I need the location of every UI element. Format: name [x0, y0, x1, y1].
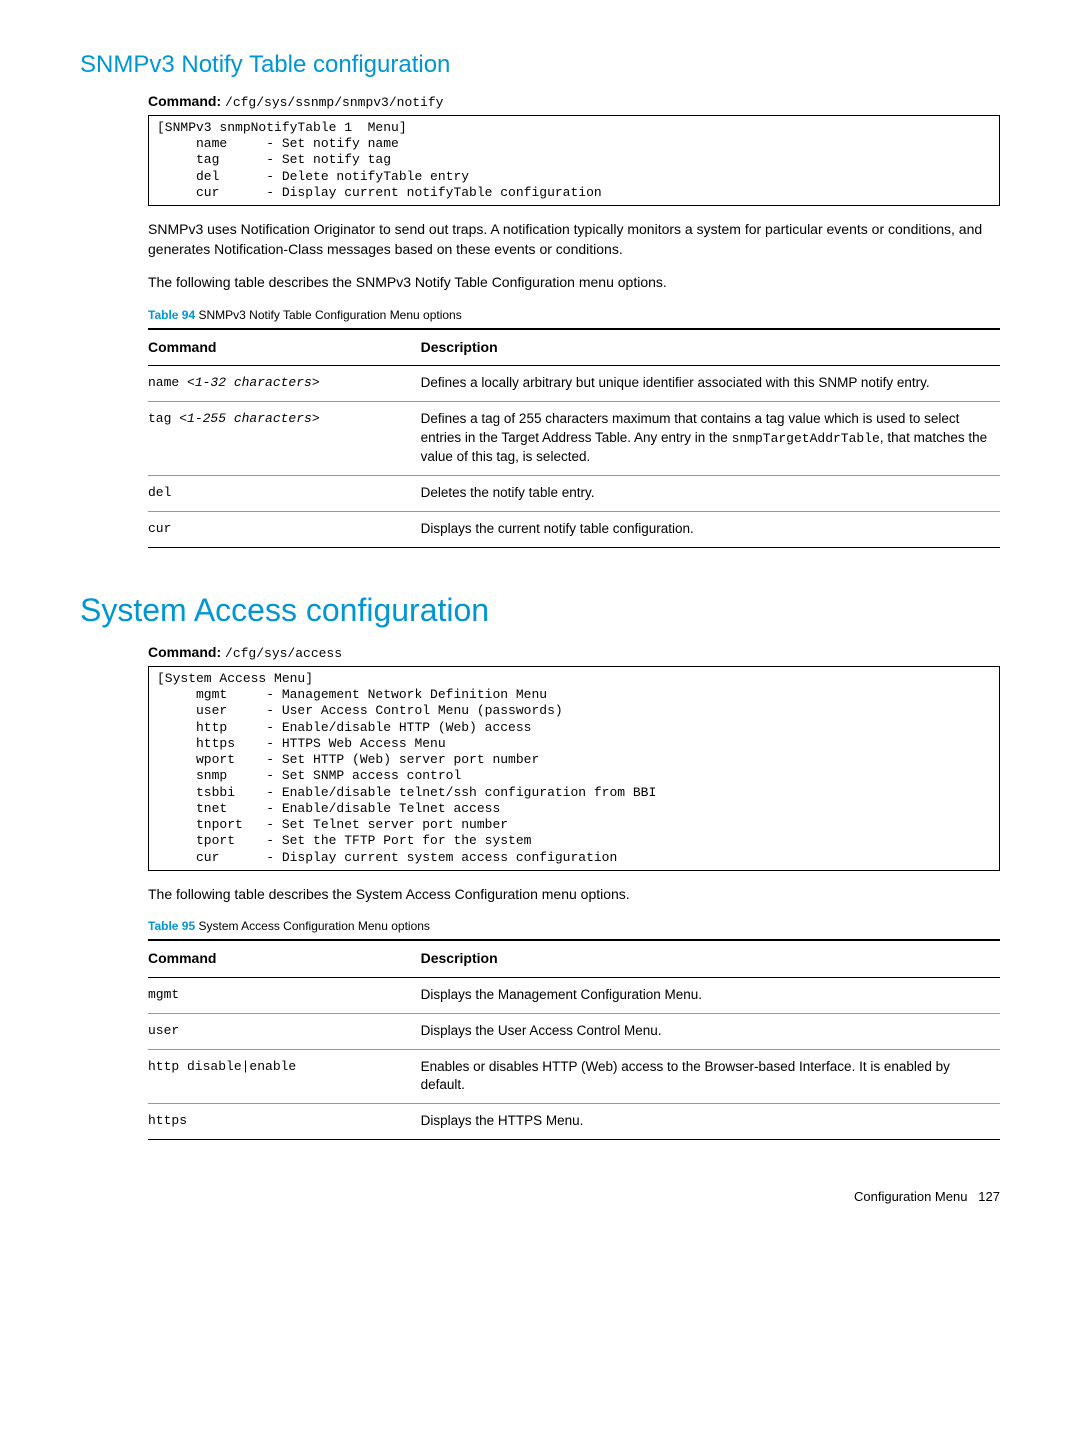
page-footer: Configuration Menu 127 [80, 1188, 1000, 1206]
cmd-cell: mgmt [148, 977, 421, 1013]
table95-caption: Table 95 System Access Configuration Men… [148, 918, 1000, 935]
section2-codebox: [System Access Menu] mgmt - Management N… [148, 666, 1000, 871]
table95-title: System Access Configuration Menu options [198, 919, 429, 933]
table95: Command Description mgmt Displays the Ma… [148, 939, 1000, 1140]
table94-number: Table 94 [148, 308, 195, 322]
desc-cell: Enables or disables HTTP (Web) access to… [421, 1049, 1000, 1104]
cmd-cell: https [148, 1104, 421, 1140]
table-row: tag <1-255 characters> Defines a tag of … [148, 402, 1000, 476]
table-row: del Deletes the notify table entry. [148, 476, 1000, 512]
table94-th-command: Command [148, 329, 421, 366]
section1-para2: The following table describes the SNMPv3… [148, 273, 1000, 293]
section2-command-line: Command: /cfg/sys/access [148, 643, 1000, 663]
section1-codebox: [SNMPv3 snmpNotifyTable 1 Menu] name - S… [148, 115, 1000, 206]
table95-th-description: Description [421, 940, 1000, 977]
table94-th-description: Description [421, 329, 1000, 366]
footer-label: Configuration Menu [854, 1189, 967, 1204]
desc-cell: Displays the Management Configuration Me… [421, 977, 1000, 1013]
cmd-label: Command: [148, 93, 221, 109]
cmd-cell: tag <1-255 characters> [148, 402, 421, 476]
cmd-cell: user [148, 1013, 421, 1049]
desc-cell: Displays the User Access Control Menu. [421, 1013, 1000, 1049]
table-row: http disable|enable Enables or disables … [148, 1049, 1000, 1104]
cmd-path: /cfg/sys/access [225, 646, 342, 661]
table-row: cur Displays the current notify table co… [148, 511, 1000, 547]
cmd-label: Command: [148, 644, 221, 660]
table-row: user Displays the User Access Control Me… [148, 1013, 1000, 1049]
cmd-cell: name <1-32 characters> [148, 366, 421, 402]
table94-caption: Table 94 SNMPv3 Notify Table Configurati… [148, 307, 1000, 324]
table94-title: SNMPv3 Notify Table Configuration Menu o… [198, 308, 461, 322]
cmd-cell: cur [148, 511, 421, 547]
desc-cell: Defines a locally arbitrary but unique i… [421, 366, 1000, 402]
desc-cell: Defines a tag of 255 characters maximum … [421, 402, 1000, 476]
section1-heading: SNMPv3 Notify Table configuration [80, 48, 1000, 82]
table-row: https Displays the HTTPS Menu. [148, 1104, 1000, 1140]
table95-number: Table 95 [148, 919, 195, 933]
desc-cell: Displays the current notify table config… [421, 511, 1000, 547]
cmd-path: /cfg/sys/ssnmp/snmpv3/notify [225, 95, 443, 110]
desc-cell: Deletes the notify table entry. [421, 476, 1000, 512]
section2-para1: The following table describes the System… [148, 885, 1000, 905]
section1-command-line: Command: /cfg/sys/ssnmp/snmpv3/notify [148, 92, 1000, 112]
cmd-cell: del [148, 476, 421, 512]
table94: Command Description name <1-32 character… [148, 328, 1000, 548]
section1-para1: SNMPv3 uses Notification Originator to s… [148, 220, 1000, 259]
cmd-cell: http disable|enable [148, 1049, 421, 1104]
desc-cell: Displays the HTTPS Menu. [421, 1104, 1000, 1140]
table95-th-command: Command [148, 940, 421, 977]
table-row: name <1-32 characters> Defines a locally… [148, 366, 1000, 402]
footer-page: 127 [978, 1189, 1000, 1204]
section2-heading: System Access configuration [80, 588, 1000, 633]
table-row: mgmt Displays the Management Configurati… [148, 977, 1000, 1013]
